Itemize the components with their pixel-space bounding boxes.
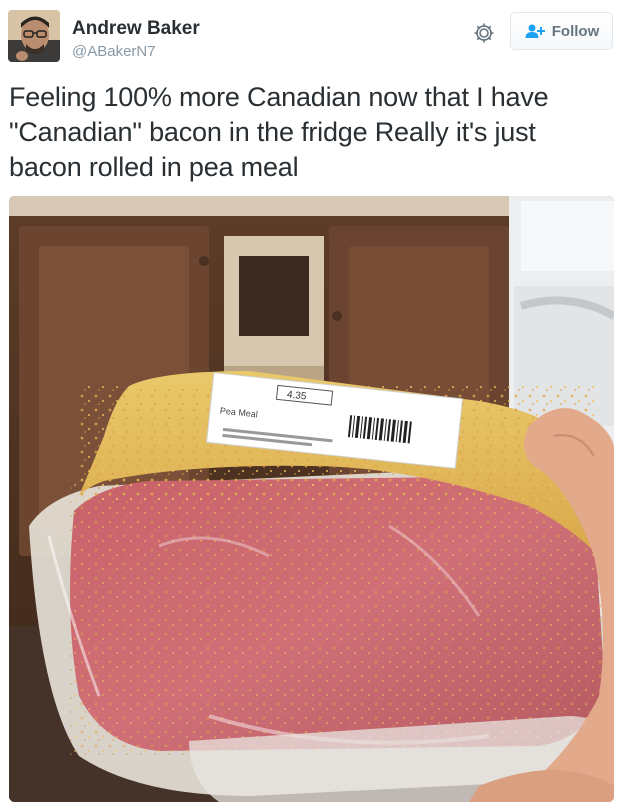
author-handle[interactable]: @ABakerN7 bbox=[72, 43, 156, 60]
tweet-card: Andrew Baker @ABakerN7 Follow Feeling 10… bbox=[0, 0, 625, 811]
tweet-text: Feeling 100% more Canadian now that I ha… bbox=[9, 82, 549, 182]
follow-button[interactable]: Follow bbox=[510, 12, 613, 50]
follow-user-icon bbox=[524, 23, 546, 39]
author-name[interactable]: Andrew Baker bbox=[72, 18, 200, 40]
tweet-header: Andrew Baker @ABakerN7 Follow bbox=[0, 0, 625, 70]
gear-icon[interactable] bbox=[473, 22, 495, 44]
tweet-photo[interactable]: 4.35 Pea Meal bbox=[9, 196, 614, 802]
avatar[interactable] bbox=[8, 10, 60, 62]
follow-label: Follow bbox=[551, 22, 600, 40]
label-price: 4.35 bbox=[286, 389, 307, 402]
